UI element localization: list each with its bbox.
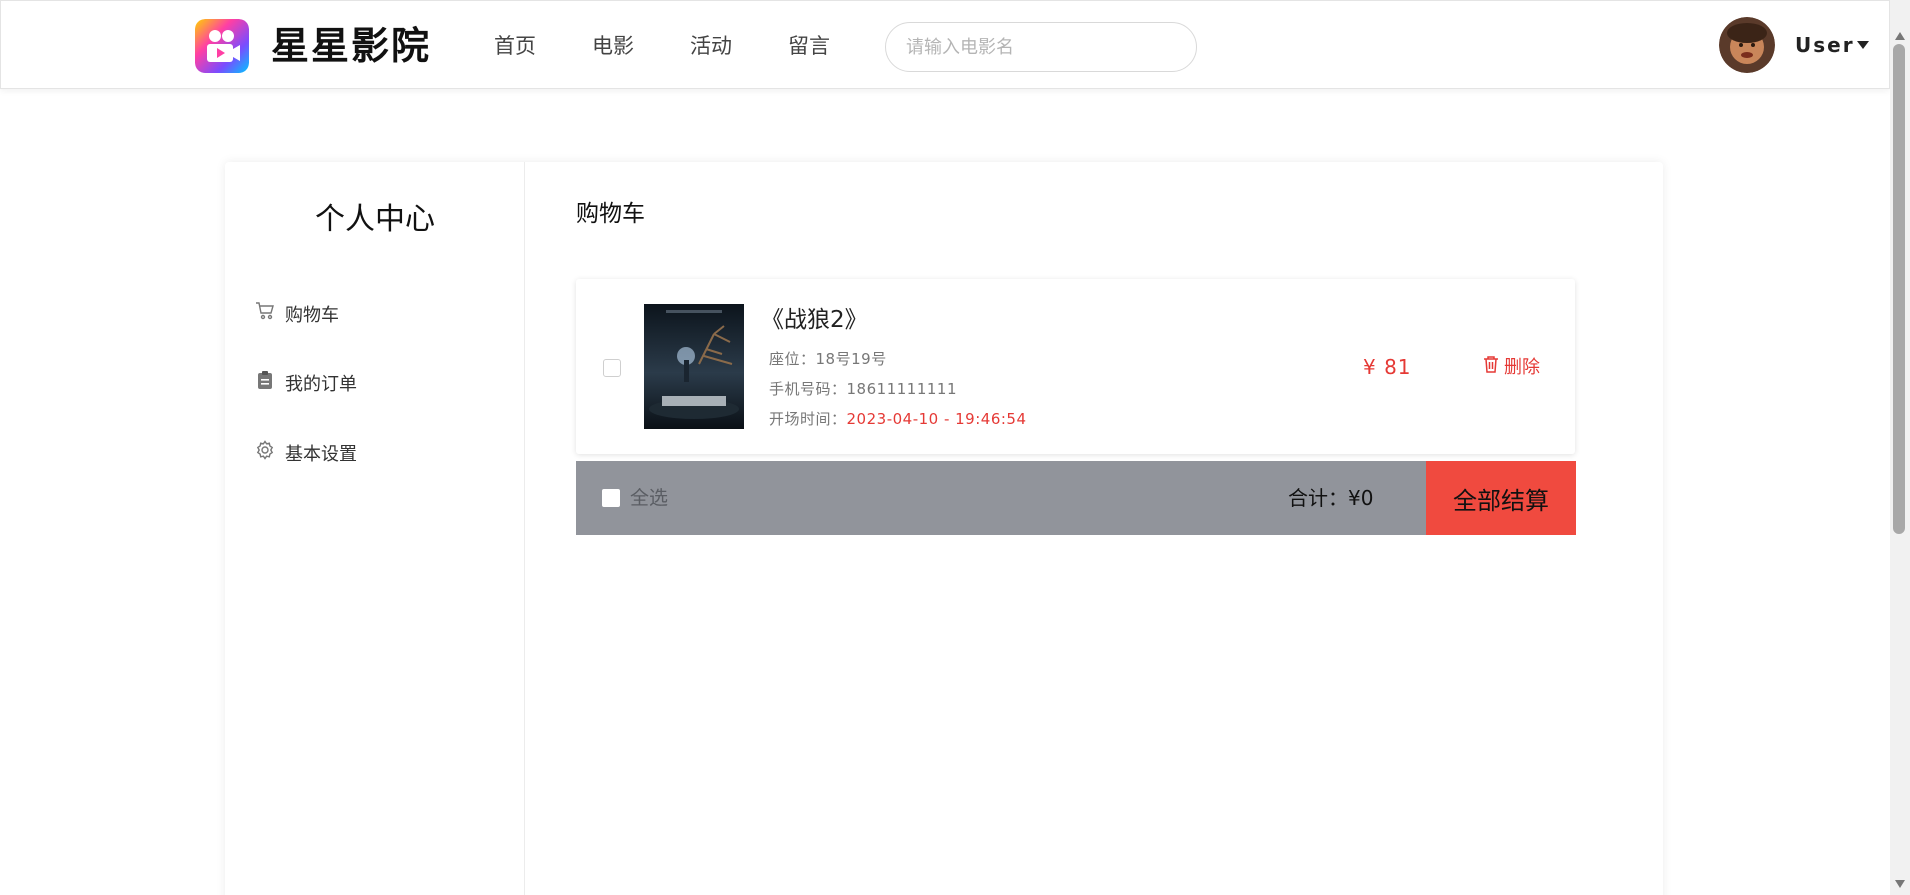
checkout-all-button[interactable]: 全部结算 [1426,461,1576,535]
select-all-label[interactable]: 全选 [630,484,668,512]
user-avatar[interactable] [1719,17,1775,73]
delete-button[interactable]: 删除 [1483,355,1540,381]
sidebar-item-orders[interactable]: 我的订单 [255,370,357,399]
sidebar-item-label: 购物车 [285,304,339,326]
cart-icon [255,301,275,330]
nav-messages[interactable]: 留言 [788,29,886,63]
nav-home[interactable]: 首页 [494,29,592,63]
seat-label: 座位： [769,350,816,368]
sidebar: 个人中心 购物车 我的订单 基本设置 [225,162,525,895]
showtime-label: 开场时间： [769,410,847,428]
cart-item: 《战狼2》 座位：18号19号 手机号码：18611111111 开场时间：20… [576,279,1575,454]
showtime-value: 2023-04-10 - 19:46:54 [846,410,1027,428]
cart-footer: 全选 合计：¥0 全部结算 [576,461,1576,535]
page-scrollbar[interactable] [1890,0,1910,895]
showtime-info: 开场时间：2023-04-10 - 19:46:54 [769,408,1027,430]
gear-icon [255,440,275,469]
site-logo-icon[interactable] [195,19,249,73]
main-nav: 首页 电影 活动 留言 [494,29,886,63]
nav-movies[interactable]: 电影 [592,29,690,63]
sidebar-item-label: 基本设置 [285,443,357,465]
phone-info: 手机号码：18611111111 [769,378,957,400]
nav-events[interactable]: 活动 [690,29,788,63]
page-title: 购物车 [576,201,645,227]
total-value: ¥0 [1348,486,1374,510]
select-all-checkbox[interactable] [602,489,620,507]
top-header: 星星影院 首页 电影 活动 留言 User [0,0,1890,89]
trash-icon [1483,355,1499,381]
cart-total: 合计：¥0 [1288,484,1373,512]
movie-title[interactable]: 《战狼2》 [761,303,868,337]
delete-label: 删除 [1504,357,1540,378]
cart-content: 购物车 《战狼2》 座位：18号19号 手机号码：18611111111 开场时… [525,162,1663,895]
sidebar-title: 个人中心 [315,202,435,237]
phone-value: 18611111111 [846,380,957,398]
scroll-thumb[interactable] [1893,44,1905,534]
scroll-down-arrow-icon[interactable] [1895,880,1905,888]
phone-label: 手机号码： [769,380,847,398]
chevron-down-icon[interactable] [1857,41,1869,49]
personal-center-panel: 个人中心 购物车 我的订单 基本设置 购物车 《战狼2》 座位：18号19号 手… [225,162,1663,895]
seat-value: 18号19号 [815,350,887,368]
movie-poster[interactable] [644,304,744,429]
item-price: ¥ 81 [1363,355,1412,379]
clipboard-icon [255,370,275,399]
total-label: 合计： [1288,486,1348,510]
user-name[interactable]: User [1795,31,1855,59]
movie-search-input[interactable] [885,22,1197,72]
scroll-up-arrow-icon[interactable] [1895,32,1905,40]
sidebar-item-cart[interactable]: 购物车 [255,301,339,330]
sidebar-item-label: 我的订单 [285,373,357,395]
site-title[interactable]: 星星影院 [271,21,431,71]
sidebar-item-settings[interactable]: 基本设置 [255,440,357,469]
cart-item-checkbox[interactable] [603,359,621,377]
seat-info: 座位：18号19号 [769,348,887,370]
